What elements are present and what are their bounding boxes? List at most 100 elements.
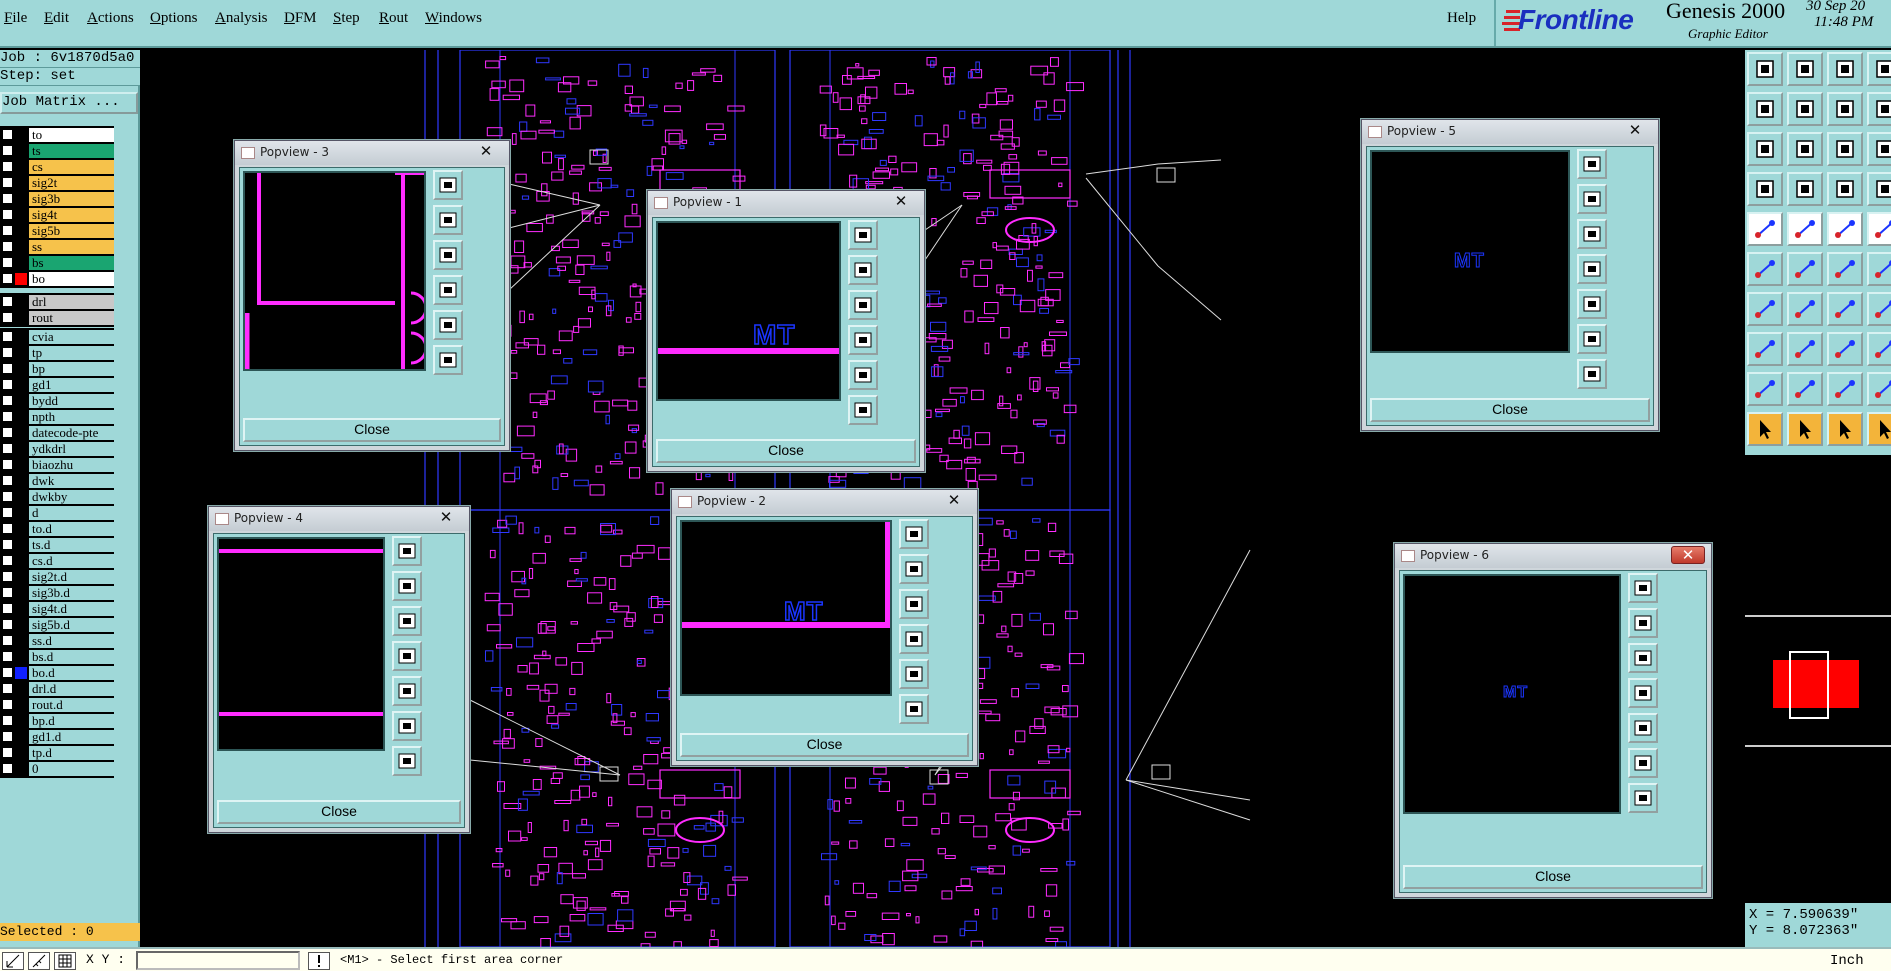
layer-color-swatch[interactable]: [15, 571, 27, 583]
select-touch-icon[interactable]: [1867, 412, 1891, 446]
copy-icon[interactable]: [1867, 252, 1891, 286]
select-layer-icon[interactable]: [1827, 172, 1863, 206]
add-surface-icon[interactable]: [1747, 332, 1783, 366]
layer-name[interactable]: ts: [29, 144, 114, 158]
popview-close-button[interactable]: Close: [1403, 865, 1703, 889]
layer-checkbox[interactable]: [2, 257, 13, 268]
attribute-icon[interactable]: [1867, 332, 1891, 366]
layer-checkbox[interactable]: [2, 161, 13, 172]
layer-row[interactable]: npth: [2, 409, 114, 425]
popview-titlebar[interactable]: Popview - 1 ✕: [648, 191, 924, 215]
zoom-in-icon[interactable]: [899, 554, 929, 584]
zoom-out-icon[interactable]: [392, 606, 422, 636]
layer-name[interactable]: biaozhu: [29, 458, 114, 472]
layer-row[interactable]: gd1.d: [2, 729, 114, 745]
zoom-fit-icon[interactable]: [899, 519, 929, 549]
layer-color-swatch[interactable]: [15, 731, 27, 743]
layer-name[interactable]: sig5b: [29, 224, 114, 238]
zoom-extra-icon[interactable]: [1867, 132, 1891, 166]
overview-viewport[interactable]: [1789, 651, 1829, 719]
popview-window-6[interactable]: Popview - 6 ✕ MT Close: [1394, 543, 1712, 898]
layer-checkbox[interactable]: [2, 193, 13, 204]
slope-icon[interactable]: [1787, 372, 1823, 406]
layer-checkbox[interactable]: [2, 571, 13, 582]
zoom-in-icon[interactable]: [1747, 132, 1783, 166]
layer-row[interactable]: cs.d: [2, 553, 114, 569]
menu-actions[interactable]: Actions: [87, 10, 134, 27]
layer-row[interactable]: ts: [2, 143, 114, 159]
layer-color-swatch[interactable]: [15, 683, 27, 695]
layer-name[interactable]: dwkby: [29, 490, 114, 504]
layer-row[interactable]: 0: [2, 761, 114, 777]
layer-name[interactable]: sig4t.d: [29, 602, 114, 616]
layer-color-swatch[interactable]: [15, 651, 27, 663]
layer-name[interactable]: ydkdrl: [29, 442, 114, 456]
pan-right-icon[interactable]: [848, 360, 878, 390]
layer-color-swatch[interactable]: [15, 241, 27, 253]
layer-row[interactable]: bp.d: [2, 713, 114, 729]
layer-color-swatch[interactable]: [15, 411, 27, 423]
layer-row[interactable]: rout.d: [2, 697, 114, 713]
popview-window-4[interactable]: Popview - 4 ✕ Close: [208, 506, 470, 833]
pan-left-icon[interactable]: [1577, 254, 1607, 284]
layer-name[interactable]: bp.d: [29, 714, 114, 728]
window-close-icon[interactable]: ✕: [937, 492, 971, 510]
scale-1-2-icon[interactable]: [1827, 132, 1863, 166]
layer-name[interactable]: tp: [29, 346, 114, 360]
layer-checkbox[interactable]: [2, 731, 13, 742]
layer-color-swatch[interactable]: [15, 145, 27, 157]
curve-icon[interactable]: [1867, 372, 1891, 406]
layer-name[interactable]: ss: [29, 240, 114, 254]
layer-color-swatch[interactable]: [15, 257, 27, 269]
layer-name[interactable]: rout: [29, 311, 114, 325]
layer-color-swatch[interactable]: [15, 459, 27, 471]
layer-row[interactable]: gd1: [2, 377, 114, 393]
zoom-out-icon[interactable]: [1577, 219, 1607, 249]
layer-checkbox[interactable]: [2, 747, 13, 758]
layer-name[interactable]: gd1: [29, 378, 114, 392]
popview-view[interactable]: MT: [680, 520, 892, 696]
layer-name[interactable]: sig3b: [29, 192, 114, 206]
center-icon[interactable]: [848, 395, 878, 425]
overview-panel[interactable]: [1745, 455, 1891, 905]
popview-view[interactable]: [243, 171, 426, 371]
menu-analysis[interactable]: Analysis: [215, 10, 268, 27]
layer-checkbox[interactable]: [2, 209, 13, 220]
menu-help[interactable]: Help: [1447, 10, 1476, 27]
layer-row[interactable]: sig3b.d: [2, 585, 114, 601]
draw-line-icon[interactable]: [1787, 292, 1823, 326]
layer-checkbox[interactable]: [2, 225, 13, 236]
popview-close-button[interactable]: Close: [1370, 398, 1650, 422]
layer-row[interactable]: bydd: [2, 393, 114, 409]
layer-color-swatch[interactable]: [15, 161, 27, 173]
layer-row[interactable]: dwkby: [2, 489, 114, 505]
layer-color-swatch[interactable]: [15, 747, 27, 759]
menu-windows[interactable]: Windows: [425, 10, 482, 27]
zoom-half-icon[interactable]: [1867, 92, 1891, 126]
layer-checkbox[interactable]: [2, 296, 13, 307]
zoom-fit-icon[interactable]: [433, 170, 463, 200]
popview-close-button[interactable]: Close: [243, 418, 501, 442]
arch-icon[interactable]: [1827, 372, 1863, 406]
snap-icon[interactable]: [2, 952, 24, 970]
layer-color-swatch[interactable]: [15, 619, 27, 631]
select-icon[interactable]: [1787, 412, 1823, 446]
layer-row[interactable]: drl: [2, 294, 114, 310]
home-icon[interactable]: [392, 746, 422, 776]
layer-checkbox[interactable]: [2, 177, 13, 188]
pan-left-icon[interactable]: [1628, 678, 1658, 708]
window-system-icon[interactable]: [215, 513, 229, 525]
measure-icon[interactable]: [1827, 212, 1863, 246]
layer-row[interactable]: to.d: [2, 521, 114, 537]
add-line-icon[interactable]: [1787, 212, 1823, 246]
popview-titlebar[interactable]: Popview - 2 ✕: [672, 490, 977, 514]
layer-checkbox[interactable]: [2, 241, 13, 252]
window-close-icon[interactable]: ✕: [1671, 546, 1705, 564]
home-icon[interactable]: [1577, 359, 1607, 389]
delete-icon[interactable]: [1787, 252, 1823, 286]
layer-name[interactable]: ss.d: [29, 634, 114, 648]
layer-checkbox[interactable]: [2, 619, 13, 630]
layer-row[interactable]: ydkdrl: [2, 441, 114, 457]
layer-name[interactable]: dwk: [29, 474, 114, 488]
center-icon[interactable]: [899, 694, 929, 724]
